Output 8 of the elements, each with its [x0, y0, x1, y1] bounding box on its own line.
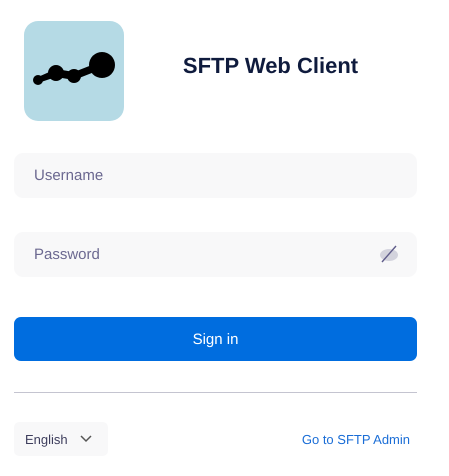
admin-link[interactable]: Go to SFTP Admin — [302, 432, 410, 446]
language-select[interactable]: English — [14, 422, 108, 456]
sign-in-button[interactable]: Sign in — [14, 317, 417, 361]
chevron-down-icon — [80, 435, 92, 443]
username-field[interactable]: Username — [14, 153, 417, 198]
password-field[interactable]: Password — [14, 232, 417, 277]
app-title: SFTP Web Client — [182, 53, 360, 79]
eye-slash-icon[interactable] — [379, 244, 399, 264]
